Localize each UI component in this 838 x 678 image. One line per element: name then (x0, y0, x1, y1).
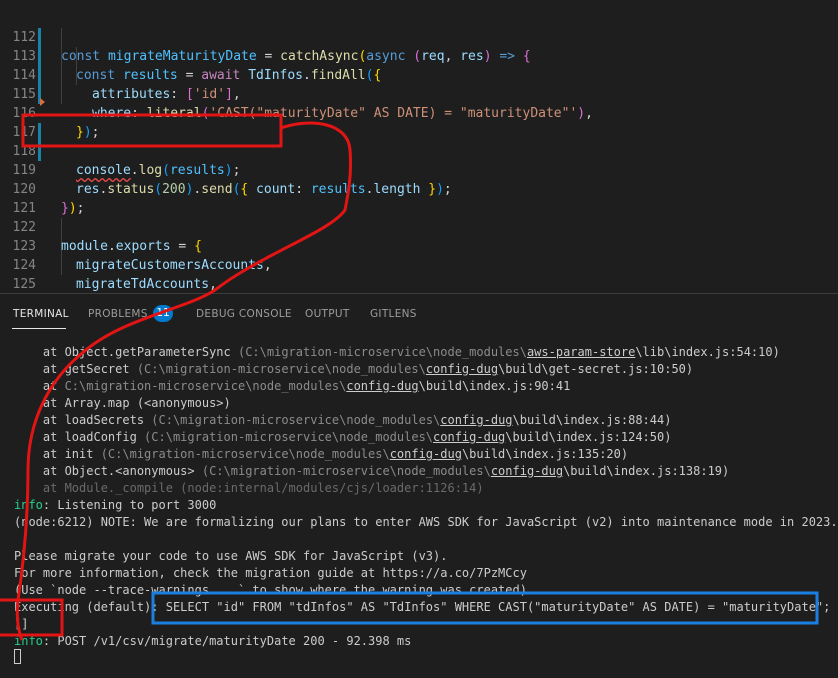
code-line[interactable]: 119 res.status(200).send({ count: result… (0, 142, 838, 197)
terminal-line: For more information, check the migratio… (14, 566, 527, 580)
bottom-panel: TERMINAL PROBLEMS 11 DEBUG CONSOLE OUTPU… (0, 293, 838, 678)
terminal-line: at loadConfig (C:\migration-microservice… (14, 430, 672, 444)
sql-query: SELECT "id" FROM "tdInfos" AS "TdInfos" … (165, 600, 831, 614)
terminal-line: at C:\migration-microservice\node_module… (14, 379, 571, 393)
tab-output[interactable]: OUTPUT (305, 308, 350, 320)
terminal-line: Executing (default): SELECT "id" FROM "t… (14, 600, 831, 614)
terminal-line: at Array.map (<anonymous>) (14, 396, 231, 410)
active-tab-indicator (12, 328, 66, 329)
code-line[interactable]: 112 const migrateMaturityDate = catchAsy… (0, 9, 838, 64)
problems-count-badge: 11 (153, 305, 173, 322)
terminal-cursor (14, 649, 21, 664)
terminal-line: info: Listening to port 3000 (14, 498, 217, 512)
code-line[interactable]: 118 console.log(results); (0, 123, 838, 178)
code-line[interactable]: 125 migrateMaturityDate, (0, 256, 838, 292)
terminal-line: (Use `node --trace-warnings ...` to show… (14, 583, 527, 597)
tab-gitlens[interactable]: GITLENS (370, 308, 417, 320)
terminal-line: at Object.<anonymous> (C:\migration-micr… (14, 464, 730, 478)
terminal-line: at loadSecrets (C:\migration-microservic… (14, 413, 672, 427)
code-line[interactable]: 114 attributes: ['id'], (0, 47, 838, 102)
code-line[interactable]: 116 }); (0, 85, 838, 140)
terminal-line: [] (14, 617, 29, 631)
code-line[interactable]: 121 (0, 180, 838, 216)
code-line[interactable]: 124 migrateTdAccounts, (0, 237, 838, 292)
code-editor[interactable]: 112 const migrateMaturityDate = catchAsy… (0, 0, 838, 293)
code-line[interactable]: 123 migrateCustomersAccounts, (0, 218, 838, 273)
terminal-line: (node:6212) NOTE: We are formalizing our… (14, 515, 838, 529)
terminal-line: Please migrate your code to use AWS SDK … (14, 549, 448, 563)
panel-tabs: TERMINAL PROBLEMS 11 DEBUG CONSOLE OUTPU… (0, 294, 838, 332)
tab-problems[interactable]: PROBLEMS (88, 308, 148, 320)
terminal-line: at getSecret (C:\migration-microservice\… (14, 362, 694, 376)
terminal-line: at Object.getParameterSync (C:\migration… (14, 345, 780, 359)
terminal-line: at init (C:\migration-microservice\node_… (14, 447, 629, 461)
terminal-line: at Module._compile (node:internal/module… (14, 481, 484, 495)
terminal-line: info: POST /v1/csv/migrate/maturityDate … (14, 634, 412, 648)
tab-terminal[interactable]: TERMINAL (13, 308, 69, 320)
tab-debug-console[interactable]: DEBUG CONSOLE (196, 308, 292, 320)
code-line[interactable]: 126 }; (0, 275, 838, 293)
code-line[interactable]: 115 where: literal('CAST("maturityDate" … (0, 66, 838, 121)
code-line[interactable]: 122 module.exports = { (0, 199, 838, 254)
code-line[interactable]: 117 (0, 104, 838, 140)
code-line[interactable]: 120 }); (0, 161, 838, 216)
code-line[interactable]: 113 const results = await TdInfos.findAl… (0, 28, 838, 83)
